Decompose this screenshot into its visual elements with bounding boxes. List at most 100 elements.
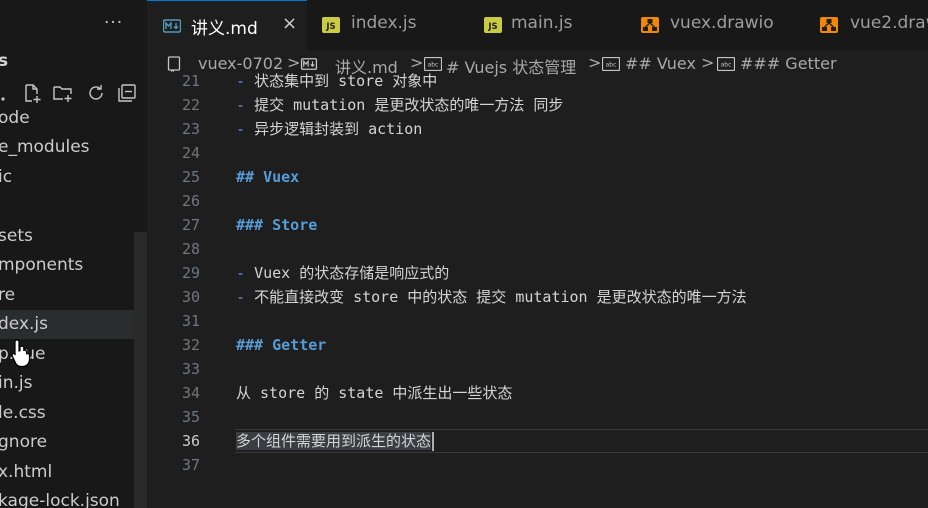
line-text: - 异步逻辑封装到 action: [236, 117, 422, 141]
line-number: 29: [181, 264, 200, 282]
tree-item[interactable]: [0, 192, 147, 221]
markdown-icon: [162, 18, 182, 34]
line-text: ### Getter: [236, 333, 326, 357]
tree-item-selected[interactable]: dex.js: [0, 310, 147, 339]
line-text: - 状态集中到 store 对象中: [236, 72, 437, 93]
code-line: 34 从 store 的 state 中派生出一些状态: [147, 381, 928, 405]
line-number: 23: [181, 120, 200, 138]
selected-text: 多个组件需要用到派生的状态: [236, 432, 432, 450]
editor-content[interactable]: 21 - 状态集中到 store 对象中 22 - 提交 mutation 是更…: [147, 72, 928, 508]
breadcrumb-h2[interactable]: ## Vuex: [625, 54, 696, 73]
line-content: Vuex 的状态存储是响应式的: [254, 264, 450, 282]
sidebar-scrollbar[interactable]: [134, 232, 147, 508]
tab-index-js[interactable]: JS index.js: [307, 0, 470, 50]
line-text: - Vuex 的状态存储是响应式的: [236, 261, 449, 285]
code-line: 26: [147, 189, 928, 213]
collapse-all-icon[interactable]: [116, 82, 138, 104]
line-number: 31: [181, 312, 200, 330]
code-line: 29 - Vuex 的状态存储是响应式的: [147, 261, 928, 285]
breadcrumb-h3[interactable]: ### Getter: [740, 54, 837, 73]
tree-item-label: le.css: [0, 403, 46, 423]
line-text: 多个组件需要用到派生的状态: [236, 429, 435, 453]
code-line: 31: [147, 309, 928, 333]
tree-item-label: kage-lock.json: [0, 491, 120, 508]
text-caret: [432, 432, 435, 451]
drawio-icon: [820, 17, 838, 33]
code-line: 22 - 提交 mutation 是更改状态的唯一方法 同步: [147, 93, 928, 117]
line-number: 30: [181, 288, 200, 306]
list-bullet: -: [236, 288, 255, 306]
tree-item[interactable]: in.js: [0, 369, 147, 398]
code-line: 24: [147, 141, 928, 165]
tree-item[interactable]: le.css: [0, 399, 147, 428]
heading-marker: ##: [236, 168, 264, 186]
line-number: 34: [181, 384, 200, 402]
more-actions-button[interactable]: ···: [104, 10, 130, 36]
code-line: 30 - 不能直接改变 store 中的状态 提交 mutation 是更改状态…: [147, 285, 928, 309]
tree-item[interactable]: ic: [0, 163, 147, 192]
tree-item-label: e_modules: [0, 137, 90, 157]
breadcrumb-separator: >: [410, 53, 424, 72]
code-line: 35: [147, 405, 928, 429]
new-folder-icon[interactable]: [52, 82, 74, 104]
tree-item-label: x.html: [0, 462, 53, 482]
tree-item[interactable]: ode: [0, 104, 147, 133]
tree-item-label: in.js: [0, 373, 33, 393]
line-number: 32: [181, 336, 200, 354]
tab-label: index.js: [351, 13, 417, 33]
line-number: 22: [181, 96, 200, 114]
js-icon: JS: [322, 17, 340, 33]
tab-vuex-drawio[interactable]: vuex.drawio: [627, 0, 803, 50]
tab-label: main.js: [511, 13, 573, 33]
line-text: ## Vuex: [236, 165, 299, 189]
tree-item[interactable]: e_modules: [0, 133, 147, 162]
tab-markdown[interactable]: 讲义.md ×: [147, 0, 308, 50]
svg-text:abc: abc: [606, 62, 617, 69]
list-bullet: -: [236, 72, 255, 90]
line-number: 21: [181, 72, 200, 90]
tree-item[interactable]: x.html: [0, 458, 147, 487]
close-icon[interactable]: ×: [282, 13, 297, 34]
tree-item-label: ode: [0, 108, 30, 128]
tree-item[interactable]: sets: [0, 222, 147, 251]
code-line: 25 ## Vuex: [147, 165, 928, 189]
svg-text:JS: JS: [487, 22, 497, 32]
breadcrumb-separator: >: [287, 53, 301, 72]
line-number: 35: [181, 408, 200, 426]
line-number: 37: [181, 456, 200, 474]
tab-label: vue2.drawio: [850, 13, 928, 33]
line-content: 异步逻辑封装到 action: [254, 120, 423, 138]
breadcrumb-separator: >: [701, 53, 715, 72]
code-line: 28: [147, 237, 928, 261]
tab-main-js[interactable]: JS main.js: [469, 0, 628, 50]
tree-item[interactable]: gnore: [0, 428, 147, 457]
tree-item[interactable]: kage-lock.json: [0, 487, 147, 508]
more-small-icon[interactable]: [0, 82, 14, 104]
code-line: 23 - 异步逻辑封装到 action: [147, 117, 928, 141]
explorer-section-title[interactable]: s: [0, 51, 8, 71]
drawio-icon: [641, 17, 659, 33]
list-bullet: -: [236, 96, 255, 114]
code-line: 27 ### Store: [147, 213, 928, 237]
tree-item[interactable]: mponents: [0, 251, 147, 280]
new-file-icon[interactable]: [21, 82, 43, 104]
heading-marker: ###: [236, 336, 273, 354]
line-text: - 不能直接改变 store 中的状态 提交 mutation 是更改状态的唯一…: [236, 285, 747, 309]
svg-text:abc: abc: [721, 62, 732, 69]
breadcrumb-folder[interactable]: vuex-0702: [198, 54, 283, 73]
tree-item-label: re: [0, 285, 16, 305]
tree-item[interactable]: re: [0, 281, 147, 310]
code-line: 21 - 状态集中到 store 对象中: [147, 72, 928, 93]
refresh-icon[interactable]: [85, 82, 107, 104]
code-line: 37: [147, 453, 928, 477]
tree-item-label: dex.js: [0, 314, 48, 334]
tab-vue2-drawio[interactable]: vue2.drawio: [802, 0, 928, 50]
line-number: 28: [181, 240, 200, 258]
tab-label: 讲义.md: [191, 19, 258, 39]
line-content: 状态集中到 store 对象中: [254, 72, 438, 90]
line-content: 从 store 的 state 中派生出一些状态: [236, 384, 513, 402]
explorer-sidebar: ··· s ode e_modules ic sets mponents re …: [0, 0, 147, 508]
heading-text: Getter: [272, 336, 327, 354]
line-number: 33: [181, 360, 200, 378]
svg-text:JS: JS: [325, 22, 335, 32]
